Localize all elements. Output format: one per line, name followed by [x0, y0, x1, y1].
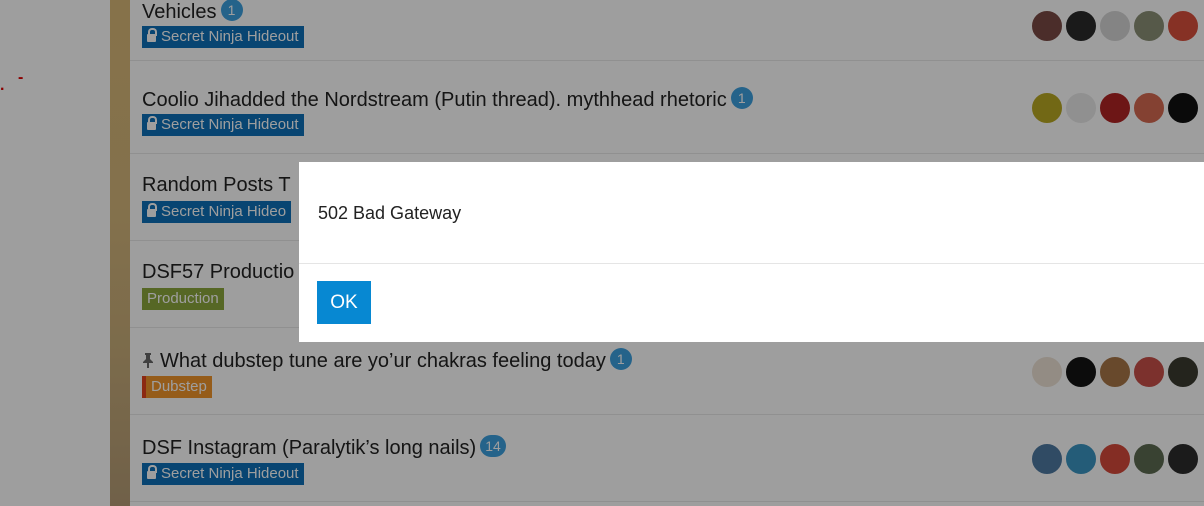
- error-message: 502 Bad Gateway: [318, 203, 462, 223]
- error-dialog: 502 Bad Gateway OK: [299, 162, 1204, 342]
- dialog-divider: [299, 263, 1204, 264]
- ok-button[interactable]: OK: [317, 281, 371, 324]
